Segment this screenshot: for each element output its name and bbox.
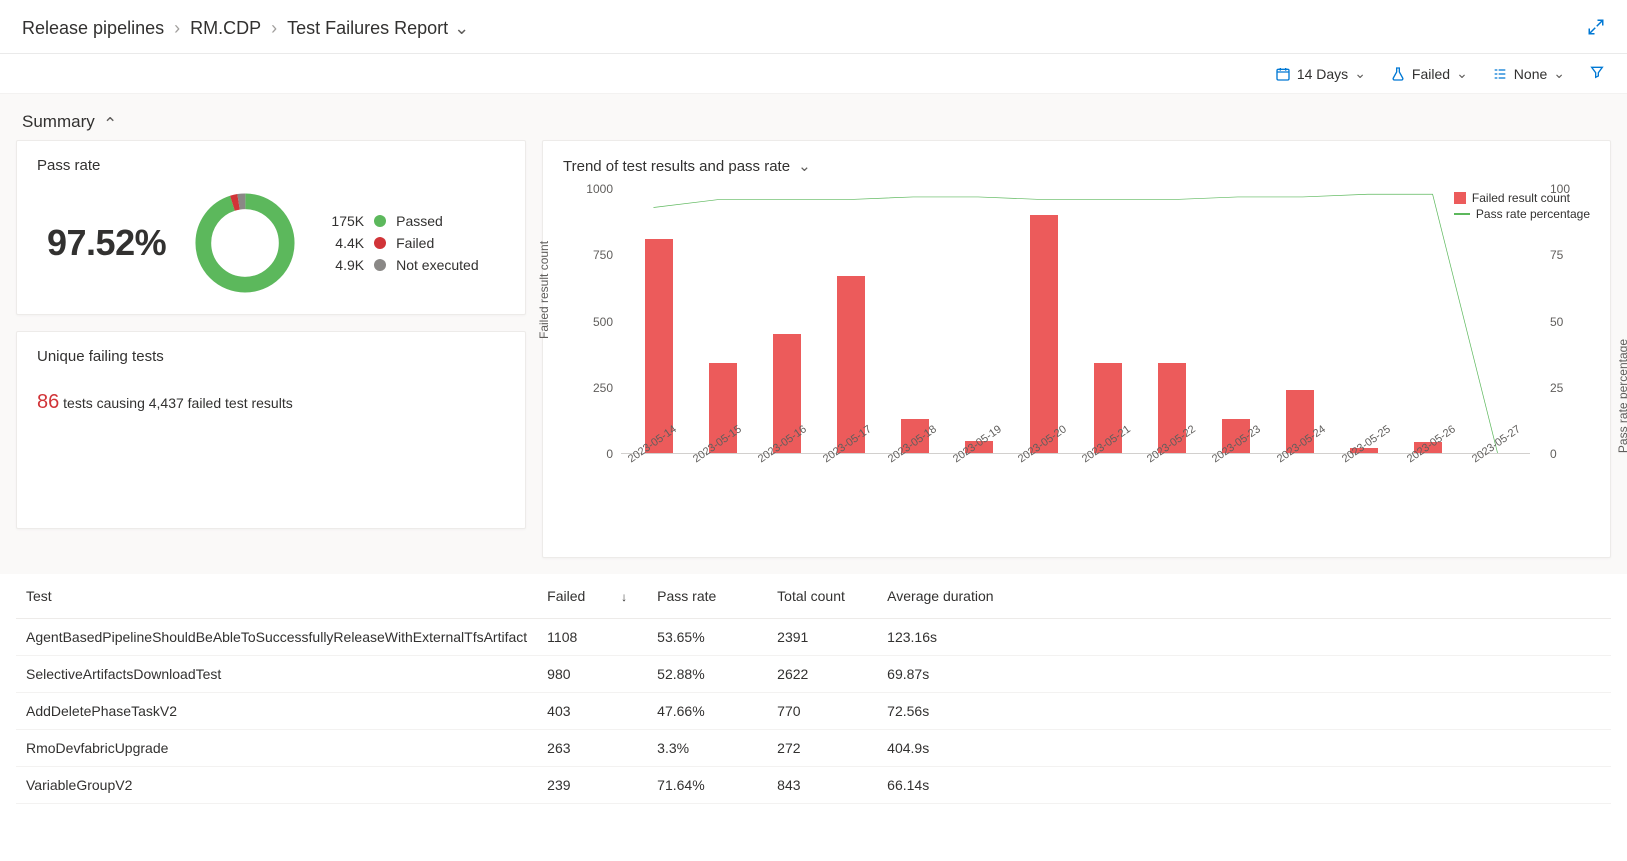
summary-section-header[interactable]: Summary ⌄ — [0, 94, 1627, 140]
cell-failed: 263 — [537, 730, 647, 767]
cell-test: VariableGroupV2 — [16, 767, 537, 804]
cell-pr: 52.88% — [647, 656, 767, 693]
cell-test: RmoDevfabricUpgrade — [16, 730, 537, 767]
unique-failing-card: Unique failing tests 86 tests causing 4,… — [16, 331, 526, 529]
failing-tests-table: Test Failed↓ Pass rate Total count Avera… — [0, 574, 1627, 820]
cell-test: SelectiveArtifactsDownloadTest — [16, 656, 537, 693]
cell-pr: 53.65% — [647, 619, 767, 656]
calendar-icon — [1275, 66, 1291, 82]
trend-card: Trend of test results and pass rate ⌄ Fa… — [542, 140, 1611, 558]
legend-notexec-count: 4.9K — [324, 257, 364, 273]
date-range-label: 14 Days — [1297, 66, 1348, 82]
summary-label: Summary — [22, 112, 95, 132]
outcome-label: Failed — [1412, 66, 1450, 82]
cell-avg: 69.87s — [877, 656, 1611, 693]
cell-avg: 72.56s — [877, 693, 1611, 730]
pass-rate-legend: 175K Passed 4.4K Failed 4.9K Not executed — [324, 213, 479, 273]
groupby-label: None — [1514, 66, 1547, 82]
chevron-down-icon: ⌄ — [454, 18, 469, 39]
breadcrumb-current-label: Test Failures Report — [287, 18, 448, 39]
dot-icon — [374, 215, 386, 227]
pass-rate-donut — [190, 188, 300, 298]
outcome-filter[interactable]: Failed ⌄ — [1390, 65, 1468, 82]
table-row[interactable]: RmoDevfabricUpgrade2633.3%272404.9s — [16, 730, 1611, 767]
breadcrumb: Release pipelines › RM.CDP › Test Failur… — [22, 18, 469, 39]
dot-icon — [374, 259, 386, 271]
breadcrumb-root[interactable]: Release pipelines — [22, 18, 164, 39]
pass-rate-value: 97.52% — [37, 222, 166, 264]
groupby-filter[interactable]: None ⌄ — [1492, 65, 1565, 82]
cell-pr: 47.66% — [647, 693, 767, 730]
chevron-down-icon: ⌄ — [1456, 65, 1468, 82]
group-icon — [1492, 66, 1508, 82]
y-right-axis-label: Pass rate percentage — [1616, 339, 1627, 453]
cell-tc: 272 — [767, 730, 877, 767]
col-failed[interactable]: Failed↓ — [537, 574, 647, 619]
cell-failed: 403 — [537, 693, 647, 730]
cell-failed: 980 — [537, 656, 647, 693]
cell-avg: 404.9s — [877, 730, 1611, 767]
cell-pr: 3.3% — [647, 730, 767, 767]
legend-failed-label: Failed — [396, 235, 434, 251]
cell-avg: 66.14s — [877, 767, 1611, 804]
breadcrumb-pipeline[interactable]: RM.CDP — [190, 18, 261, 39]
legend-notexec-label: Not executed — [396, 257, 479, 273]
chevron-right-icon: › — [174, 18, 180, 39]
pass-rate-title: Pass rate — [37, 157, 505, 174]
cell-test: AgentBasedPipelineShouldBeAbleToSuccessf… — [16, 619, 537, 656]
y-left-axis-label: Failed result count — [537, 241, 551, 339]
table-row[interactable]: VariableGroupV223971.64%84366.14s — [16, 767, 1611, 804]
trend-chart: Failed result count Pass rate percentage… — [563, 189, 1590, 529]
unique-failing-text: tests causing 4,437 failed test results — [63, 395, 293, 411]
breadcrumb-current[interactable]: Test Failures Report ⌄ — [287, 18, 469, 39]
cell-pr: 71.64% — [647, 767, 767, 804]
unique-failing-title: Unique failing tests — [37, 348, 505, 365]
col-avgduration[interactable]: Average duration — [877, 574, 1611, 619]
cell-avg: 123.16s — [877, 619, 1611, 656]
table-row[interactable]: AddDeletePhaseTaskV240347.66%77072.56s — [16, 693, 1611, 730]
table-header-row: Test Failed↓ Pass rate Total count Avera… — [16, 574, 1611, 619]
col-total[interactable]: Total count — [767, 574, 877, 619]
sort-desc-icon: ↓ — [621, 590, 627, 604]
chevron-down-icon: ⌄ — [798, 157, 811, 175]
cell-tc: 2622 — [767, 656, 877, 693]
legend-passed-label: Passed — [396, 213, 443, 229]
legend-failed-count: 4.4K — [324, 235, 364, 251]
page-header: Release pipelines › RM.CDP › Test Failur… — [0, 0, 1627, 54]
table-row[interactable]: SelectiveArtifactsDownloadTest98052.88%2… — [16, 656, 1611, 693]
beaker-icon — [1390, 66, 1406, 82]
chevron-down-icon: ⌄ — [1553, 65, 1565, 82]
chevron-down-icon: ⌄ — [1354, 65, 1366, 82]
trend-title[interactable]: Trend of test results and pass rate ⌄ — [563, 157, 1590, 175]
cell-failed: 239 — [537, 767, 647, 804]
fullscreen-icon[interactable] — [1587, 18, 1605, 39]
pass-rate-card: Pass rate 97.52% 175K Passed 4.4K Failed 4… — [16, 140, 526, 315]
filter-icon[interactable] — [1589, 64, 1605, 83]
trend-title-label: Trend of test results and pass rate — [563, 158, 790, 175]
table-row[interactable]: AgentBasedPipelineShouldBeAbleToSuccessf… — [16, 619, 1611, 656]
unique-failing-count: 86 — [37, 391, 59, 413]
cell-test: AddDeletePhaseTaskV2 — [16, 693, 537, 730]
chevron-up-icon: ⌄ — [103, 112, 117, 132]
date-range-picker[interactable]: 14 Days ⌄ — [1275, 65, 1366, 82]
cell-tc: 770 — [767, 693, 877, 730]
col-passrate[interactable]: Pass rate — [647, 574, 767, 619]
cell-failed: 1108 — [537, 619, 647, 656]
trend-line — [653, 194, 1497, 453]
col-test[interactable]: Test — [16, 574, 537, 619]
dot-icon — [374, 237, 386, 249]
cell-tc: 2391 — [767, 619, 877, 656]
chevron-right-icon: › — [271, 18, 277, 39]
legend-passed-count: 175K — [324, 213, 364, 229]
cell-tc: 843 — [767, 767, 877, 804]
filters-toolbar: 14 Days ⌄ Failed ⌄ None ⌄ — [0, 54, 1627, 94]
